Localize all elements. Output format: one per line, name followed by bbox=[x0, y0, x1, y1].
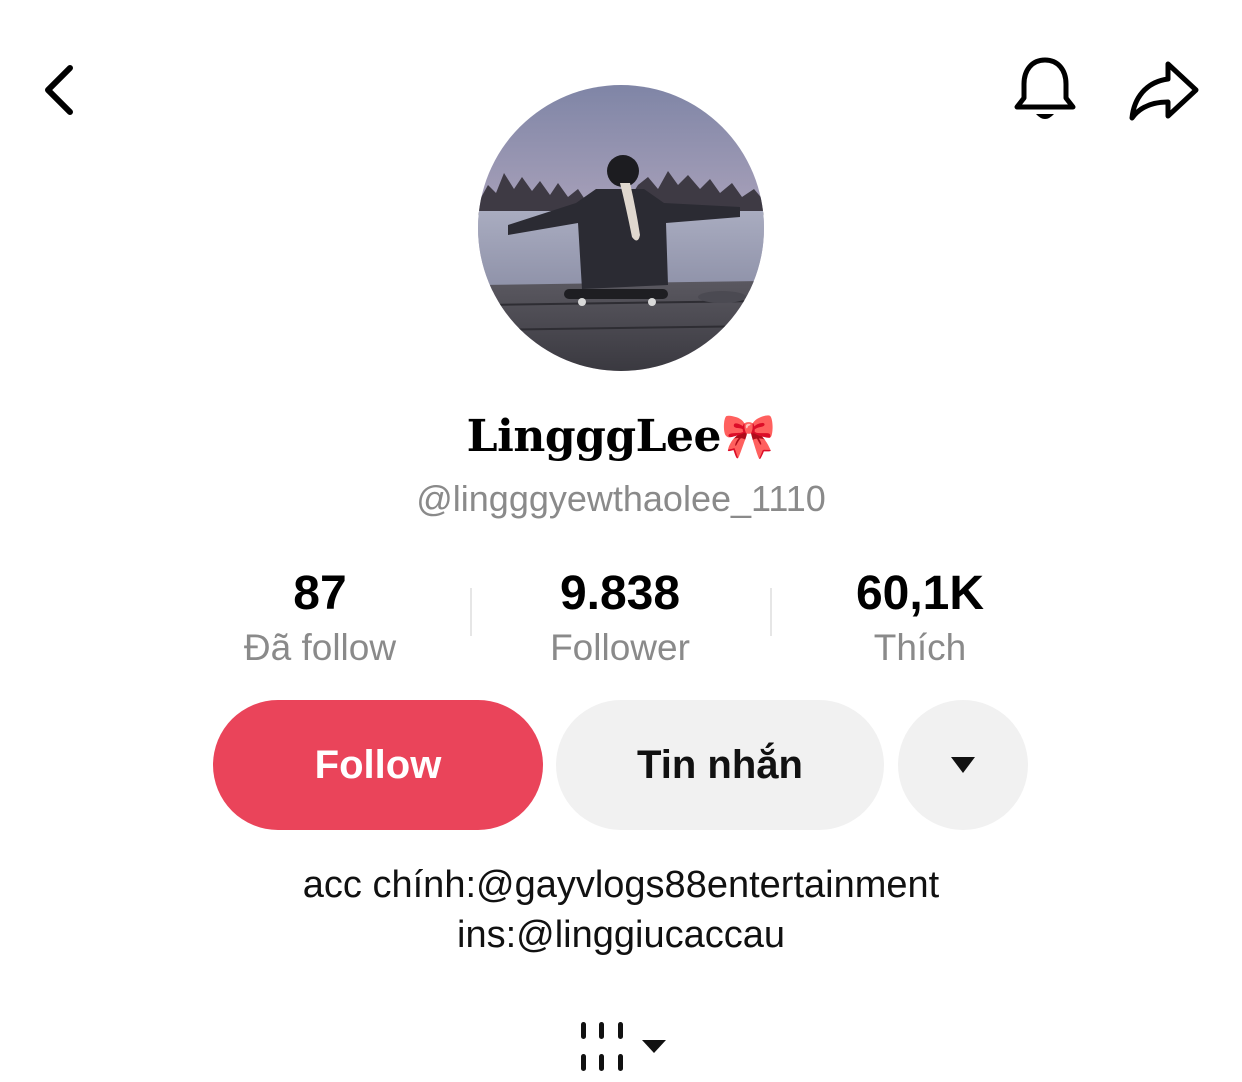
stats-row: 87 Đã follow 9.838 Follower 60,1K Thích bbox=[170, 566, 1070, 676]
display-name: LingggLee🎀 bbox=[466, 411, 776, 462]
grid-bars-icon bbox=[581, 1022, 666, 1071]
back-button[interactable] bbox=[30, 55, 90, 125]
videos-tab[interactable] bbox=[578, 1018, 670, 1078]
stat-following[interactable]: 87 Đã follow bbox=[170, 566, 470, 672]
avatar[interactable] bbox=[478, 85, 764, 371]
caret-down-icon bbox=[951, 757, 975, 773]
share-button[interactable] bbox=[1124, 56, 1204, 126]
stat-likes[interactable]: 60,1K Thích bbox=[770, 566, 1070, 672]
stat-likes-label: Thích bbox=[873, 627, 967, 668]
message-button[interactable]: Tin nhắn bbox=[556, 700, 884, 830]
share-arrow-icon bbox=[1129, 61, 1199, 121]
stat-following-label: Đã follow bbox=[243, 627, 397, 668]
username[interactable]: @lingggyewthaolee_1110 bbox=[0, 478, 1242, 520]
chevron-left-icon bbox=[45, 65, 73, 115]
more-options-button[interactable] bbox=[898, 700, 1028, 830]
follow-button[interactable]: Follow bbox=[213, 700, 543, 830]
bell-icon bbox=[1014, 57, 1076, 119]
stat-followers-label: Follower bbox=[550, 627, 690, 668]
notification-button[interactable] bbox=[1008, 52, 1082, 128]
stat-followers-value: 9.838 bbox=[559, 567, 681, 620]
bio: acc chính:@gayvlogs88entertainment ins:@… bbox=[0, 860, 1242, 960]
stat-following-value: 87 bbox=[293, 567, 347, 620]
caret-down-icon bbox=[642, 1040, 666, 1053]
stat-followers[interactable]: 9.838 Follower bbox=[470, 566, 770, 672]
bio-line-main-account: acc chính:@gayvlogs88entertainment bbox=[302, 864, 940, 906]
stat-likes-value: 60,1K bbox=[855, 567, 985, 620]
avatar-photo bbox=[478, 85, 764, 371]
bio-line-instagram: ins:@linggiucaccau bbox=[457, 914, 785, 956]
profile-page: LingggLee🎀 @lingggyewthaolee_1110 87 Đã … bbox=[0, 0, 1242, 1082]
